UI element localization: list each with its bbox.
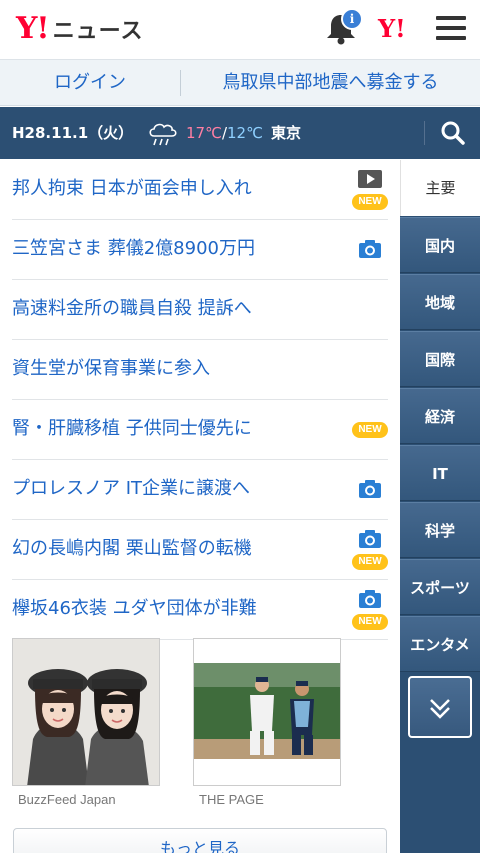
news-title[interactable]: 三笠宮さま 葬儀2億8900万円 xyxy=(12,220,255,278)
temp-high: 17℃ xyxy=(186,124,222,142)
date-label: H28.11.1（火） xyxy=(12,124,134,142)
yahoo-japan-icon[interactable]: Y! xyxy=(378,14,406,43)
app-header: Y! ニュース i Y! xyxy=(0,0,480,60)
yahoo-news-logo[interactable]: Y! ニュース xyxy=(16,12,144,46)
news-item[interactable]: 欅坂46衣装 ユダヤ団体が非難 NEW xyxy=(12,580,388,640)
photo-source: BuzzFeed Japan xyxy=(18,792,116,807)
new-badge: NEW xyxy=(352,554,388,570)
news-item[interactable]: プロレスノア IT企業に譲渡へ xyxy=(12,460,388,520)
photo-thumbnail[interactable] xyxy=(193,638,341,786)
nav-item-economy[interactable]: 経済 xyxy=(400,388,480,444)
city-label: 東京 xyxy=(270,124,301,142)
photo-card[interactable]: THE PAGE xyxy=(193,638,341,807)
login-bar: ログイン 鳥取県中部地震へ募金する xyxy=(0,60,480,106)
notification-badge: i xyxy=(341,8,363,30)
news-title[interactable]: 欅坂46衣装 ユダヤ団体が非難 xyxy=(12,580,257,638)
new-badge: NEW xyxy=(352,194,388,210)
camera-icon xyxy=(359,480,381,498)
news-title[interactable]: 幻の長嶋内閣 栗山監督の転機 xyxy=(12,520,252,578)
photo-source: THE PAGE xyxy=(199,792,264,807)
cloud-rain-icon[interactable] xyxy=(146,120,180,148)
logo-mark: Y! xyxy=(16,11,50,46)
new-badge: NEW xyxy=(352,422,388,438)
nav-item-world[interactable]: 国際 xyxy=(400,331,480,387)
news-title[interactable]: 高速料金所の職員自殺 提訴へ xyxy=(12,280,252,338)
nav-item-it[interactable]: IT xyxy=(400,445,480,501)
news-title[interactable]: 資生堂が保育事業に参入 xyxy=(12,340,210,398)
photo-card[interactable]: BuzzFeed Japan xyxy=(12,638,160,807)
more-button[interactable]: もっと見る xyxy=(13,828,387,853)
news-item[interactable]: 三笠宮さま 葬儀2億8900万円 xyxy=(12,220,388,280)
category-nav: 主要 国内 地域 国際 経済 IT 科学 スポーツ エンタメ xyxy=(400,160,480,853)
nav-item-main[interactable]: 主要 xyxy=(400,160,480,216)
news-item[interactable]: 腎・肝臓移植 子供同士優先に NEW xyxy=(12,400,388,460)
temp-low: 12℃ xyxy=(227,124,263,142)
hamburger-menu-icon[interactable] xyxy=(436,16,466,42)
divider xyxy=(424,121,425,145)
news-item[interactable]: 邦人拘束 日本が面会申し入れ NEW xyxy=(12,160,388,220)
info-bar: H28.11.1（火） 17℃/12℃ 東京 xyxy=(0,107,480,159)
nav-item-science[interactable]: 科学 xyxy=(400,502,480,558)
photo-image xyxy=(13,639,159,785)
photo-image xyxy=(194,639,340,785)
video-icon xyxy=(358,170,382,188)
camera-icon xyxy=(359,530,381,548)
nav-expand-button[interactable] xyxy=(408,676,472,738)
photo-thumbnail[interactable] xyxy=(12,638,160,786)
news-title[interactable]: 腎・肝臓移植 子供同士優先に xyxy=(12,400,252,458)
news-item[interactable]: 資生堂が保育事業に参入 xyxy=(12,340,388,400)
nav-item-domestic[interactable]: 国内 xyxy=(400,217,480,273)
double-chevron-down-icon xyxy=(430,699,450,719)
news-list: 邦人拘束 日本が面会申し入れ NEW 三笠宮さま 葬儀2億8900万円 高速料金… xyxy=(0,160,400,640)
weather-temps[interactable]: 17℃/12℃ 東京 xyxy=(186,107,301,159)
news-item[interactable]: 幻の長嶋内閣 栗山監督の転機 NEW xyxy=(12,520,388,580)
nav-item-entertainment[interactable]: エンタメ xyxy=(400,616,480,672)
logo-text: ニュース xyxy=(52,19,144,44)
news-title[interactable]: プロレスノア IT企業に譲渡へ xyxy=(12,460,250,518)
nav-item-sports[interactable]: スポーツ xyxy=(400,559,480,615)
news-title[interactable]: 邦人拘束 日本が面会申し入れ xyxy=(12,160,252,218)
news-item[interactable]: 高速料金所の職員自殺 提訴へ xyxy=(12,280,388,340)
nav-item-local[interactable]: 地域 xyxy=(400,274,480,330)
new-badge: NEW xyxy=(352,614,388,630)
camera-icon xyxy=(359,240,381,258)
donation-link[interactable]: 鳥取県中部地震へ募金する xyxy=(181,60,480,105)
login-link[interactable]: ログイン xyxy=(0,60,180,105)
camera-icon xyxy=(359,590,381,608)
search-icon[interactable] xyxy=(440,120,466,146)
